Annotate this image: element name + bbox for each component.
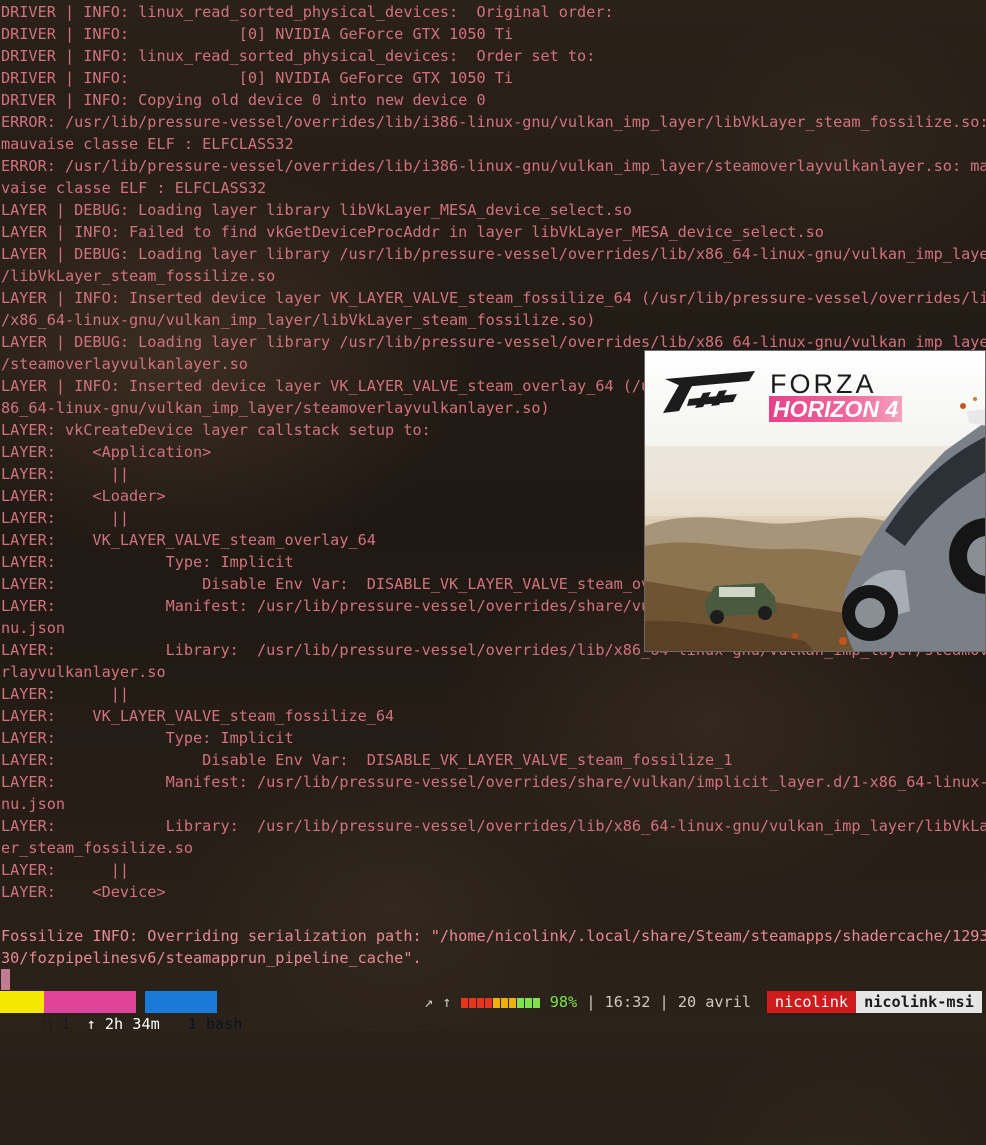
battery-cell <box>500 997 508 1008</box>
battery-percent: 98% <box>549 993 578 1011</box>
status-right: ↗ ↑ 98% | 16:32 | 20 avril <box>424 991 767 1013</box>
terminal-line: LAYER: || <box>1 861 130 879</box>
session-indicator[interactable]: □ 1 <box>0 991 70 1033</box>
terminal-line: nu.json <box>1 795 66 813</box>
terminal-line: DRIVER | INFO: linux_read_sorted_physica… <box>1 3 614 21</box>
terminal-line: LAYER | DEBUG: Loading layer library lib… <box>1 201 632 219</box>
host-badge: nicolink-msi <box>856 991 982 1013</box>
battery-cell <box>492 997 500 1008</box>
battery-cell <box>468 997 476 1008</box>
terminal-line: LAYER | INFO: Failed to find vkGetDevice… <box>1 223 824 241</box>
terminal-line: LAYER: || <box>1 685 130 703</box>
terminal-line: DRIVER | INFO: linux_read_sorted_physica… <box>1 47 596 65</box>
terminal-line: LAYER: <Device> <box>1 883 166 901</box>
battery-cell <box>508 997 516 1008</box>
terminal-line: LAYER: Type: Implicit <box>1 729 294 747</box>
terminal-line: 30/fozpipelinesv6/steamapprun_pipeline_c… <box>1 949 422 967</box>
terminal-line: LAYER | INFO: Inserted device layer VK_L… <box>1 289 986 307</box>
terminal-cursor <box>1 969 10 990</box>
terminal-line: DRIVER | INFO: Copying old device 0 into… <box>1 91 486 109</box>
terminal-line: ERROR: /usr/lib/pressure-vessel/override… <box>1 113 986 131</box>
terminal-line: LAYER: VK_LAYER_VALVE_steam_fossilize_64 <box>1 707 395 725</box>
terminal-line: LAYER: Library: /usr/lib/pressure-vessel… <box>1 817 986 835</box>
terminal-line: ERROR: /usr/lib/pressure-vessel/override… <box>1 157 986 175</box>
forza-logo-icon <box>663 371 755 413</box>
user-badge: nicolink <box>767 991 856 1013</box>
uptime-indicator: ↑ 2h 34m <box>44 991 160 1033</box>
separator: | <box>586 993 596 1011</box>
forza-horizon-4-window[interactable]: FORZA HORIZON 4 <box>644 350 986 652</box>
net-arrows-icon: ↗ ↑ <box>424 993 452 1011</box>
battery-cell <box>532 997 540 1008</box>
terminal-line: vaise classe ELF : ELFCLASS32 <box>1 179 267 197</box>
terminal-line: DRIVER | INFO: [0] NVIDIA GeForce GTX 10… <box>1 25 514 43</box>
terminal-line: rlayvulkanlayer.so <box>1 663 166 681</box>
terminal-line: er_steam_fossilize.so <box>1 839 194 857</box>
clock-date: 20 avril <box>677 993 751 1011</box>
game-subtitle: HORIZON 4 <box>769 396 903 422</box>
terminal-line: LAYER: Disable Env Var: DISABLE_VK_LAYER… <box>1 751 733 769</box>
battery-cell <box>476 997 484 1008</box>
terminal-line: Fossilize INFO: Overriding serialization… <box>1 927 986 945</box>
terminal-line: /libVkLayer_steam_fossilize.so <box>1 267 276 285</box>
battery-cell <box>484 997 492 1008</box>
terminal-line: LAYER | DEBUG: Loading layer library /us… <box>1 245 986 263</box>
tmux-status-bar: □ 1 ↑ 2h 34m 1 bash ↗ ↑ 98% | 16:32 | 20… <box>0 991 986 1033</box>
window-tab-bash[interactable]: 1 bash <box>145 991 242 1033</box>
battery-cell <box>460 997 468 1008</box>
terminal-line: mauvaise classe ELF : ELFCLASS32 <box>1 135 294 153</box>
battery-bar <box>460 993 541 1011</box>
terminal-line: LAYER: Manifest: /usr/lib/pressure-vesse… <box>1 773 986 791</box>
terminal-line: DRIVER | INFO: [0] NVIDIA GeForce GTX 10… <box>1 69 514 87</box>
battery-cell <box>524 997 532 1008</box>
separator: | <box>659 993 669 1011</box>
battery-cell <box>516 997 524 1008</box>
clock-time: 16:32 <box>604 993 651 1011</box>
window-tab-label: 1 bash <box>187 1015 243 1033</box>
terminal-line: /x86_64-linux-gnu/vulkan_imp_layer/libVk… <box>1 311 596 329</box>
